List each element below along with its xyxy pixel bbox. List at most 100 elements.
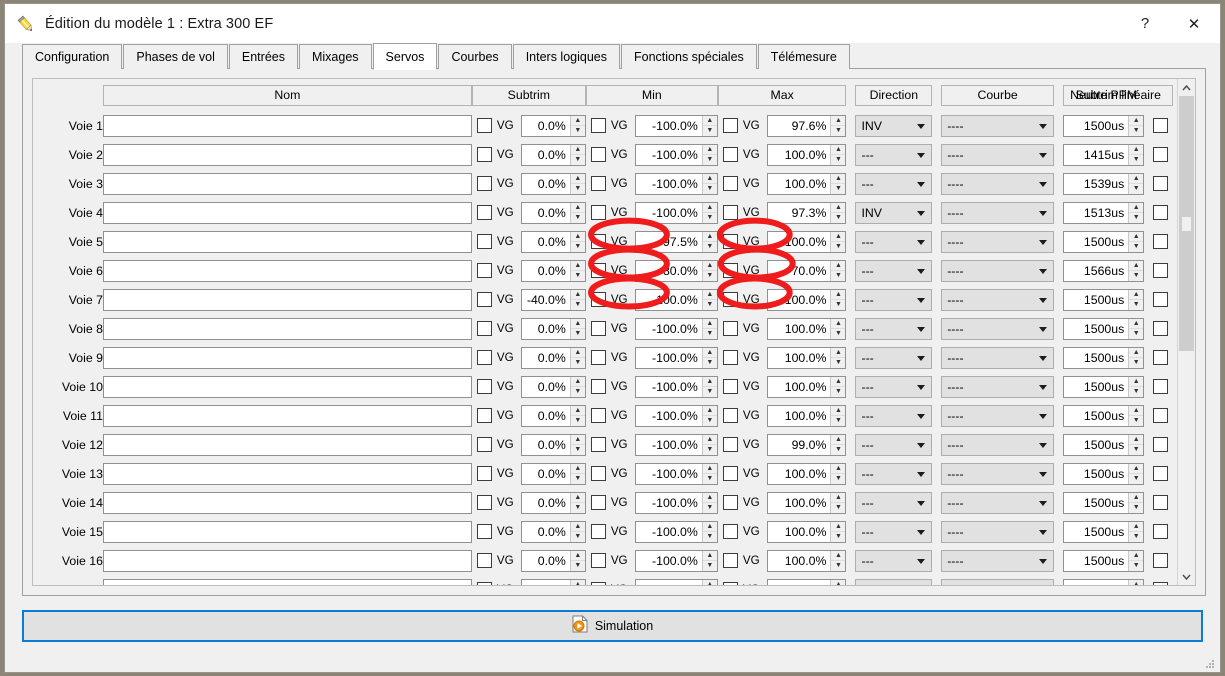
- vg-max-checkbox[interactable]: [722, 292, 738, 307]
- min-spinner-steppers[interactable]: ▲▼: [701, 115, 717, 136]
- courbe-select[interactable]: ----: [941, 520, 1055, 543]
- direction-select[interactable]: ---: [855, 375, 933, 398]
- subtrim-spinner[interactable]: 0.0%▲▼: [521, 375, 586, 398]
- subtrim-spinner[interactable]: 0.0%▲▼: [521, 172, 586, 195]
- neutre-ppm-spinner-steppers[interactable]: ▲▼: [1128, 463, 1144, 484]
- column-header-subtrim[interactable]: Subtrim: [471, 84, 586, 106]
- column-header-subtrim-lineaire[interactable]: Subtrim linéaire: [1063, 84, 1174, 106]
- neutre-ppm-spinner-steppers[interactable]: ▲▼: [1128, 202, 1144, 223]
- min-spinner-steppers[interactable]: ▲▼: [701, 579, 717, 585]
- subtrim-spinner-steppers[interactable]: ▲▼: [569, 579, 585, 585]
- min-spinner-steppers[interactable]: ▲▼: [701, 550, 717, 571]
- column-header-min[interactable]: Min: [585, 84, 718, 106]
- nom-input[interactable]: [102, 317, 472, 340]
- min-spinner-steppers[interactable]: ▲▼: [701, 144, 717, 165]
- scroll-down-arrow[interactable]: [1178, 568, 1195, 585]
- vg-subtrim-checkbox[interactable]: [476, 234, 492, 249]
- subtrim-spinner[interactable]: 0.0%▲▼: [521, 201, 586, 224]
- neutre-ppm-spinner[interactable]: 1500us▲▼: [1063, 491, 1145, 514]
- vg-subtrim-checkbox[interactable]: [476, 553, 492, 568]
- vg-subtrim-checkbox[interactable]: [476, 118, 492, 133]
- vg-subtrim-checkbox[interactable]: [476, 466, 492, 481]
- courbe-select[interactable]: ----: [941, 404, 1055, 427]
- tab-inters-logiques[interactable]: Inters logiques: [512, 44, 620, 69]
- max-spinner-steppers[interactable]: ▲▼: [830, 434, 846, 455]
- direction-select[interactable]: ---: [855, 143, 933, 166]
- nom-input[interactable]: [102, 375, 472, 398]
- min-spinner[interactable]: -100.0%▲▼: [635, 433, 718, 456]
- subtrim-lineaire-checkbox[interactable]: [1153, 407, 1169, 423]
- vg-subtrim-checkbox[interactable]: [476, 437, 492, 452]
- max-spinner[interactable]: 97.3% ▲ ▼: [767, 201, 847, 224]
- min-spinner[interactable]: -100.0%▲▼: [635, 317, 718, 340]
- vg-max-checkbox[interactable]: [722, 263, 738, 278]
- neutre-ppm-spinner[interactable]: 1500us▲▼: [1063, 346, 1145, 369]
- vg-max-checkbox[interactable]: [722, 176, 738, 191]
- courbe-select[interactable]: ----: [941, 201, 1055, 224]
- max-spinner[interactable]: 70.0% ▲ ▼: [767, 259, 847, 282]
- nom-input[interactable]: [102, 346, 472, 369]
- courbe-select[interactable]: ----: [941, 143, 1055, 166]
- subtrim-spinner-steppers[interactable]: ▲▼: [569, 260, 585, 281]
- subtrim-spinner[interactable]: 0.0%▲▼: [521, 346, 586, 369]
- nom-input[interactable]: [102, 201, 472, 224]
- neutre-ppm-spinner-steppers[interactable]: ▲▼: [1128, 144, 1144, 165]
- vg-subtrim-checkbox[interactable]: [476, 292, 492, 307]
- vg-max-checkbox[interactable]: [722, 147, 738, 162]
- vg-subtrim-checkbox[interactable]: [476, 582, 492, 585]
- subtrim-spinner[interactable]: 0.0%▲▼: [521, 259, 586, 282]
- subtrim-spinner-steppers[interactable]: ▲▼: [569, 231, 585, 252]
- subtrim-spinner-steppers[interactable]: ▲▼: [569, 376, 585, 397]
- column-header-nom[interactable]: Nom: [102, 84, 472, 106]
- vg-max-checkbox[interactable]: [722, 118, 738, 133]
- max-spinner[interactable]: 99.0% ▲ ▼: [767, 433, 847, 456]
- direction-select[interactable]: ---: [855, 317, 933, 340]
- min-spinner-steppers[interactable]: ▲▼: [701, 289, 717, 310]
- max-spinner-steppers[interactable]: ▲▼: [830, 405, 846, 426]
- neutre-ppm-spinner-steppers[interactable]: ▲▼: [1128, 231, 1144, 252]
- subtrim-lineaire-checkbox[interactable]: [1153, 349, 1169, 365]
- subtrim-spinner[interactable]: 0.0%▲▼: [521, 491, 586, 514]
- vg-min-checkbox[interactable]: [590, 495, 606, 510]
- tab-courbes[interactable]: Courbes: [438, 44, 512, 69]
- neutre-ppm-spinner-steppers[interactable]: ▲▼: [1128, 347, 1144, 368]
- min-spinner-steppers[interactable]: ▲▼: [701, 521, 717, 542]
- courbe-select[interactable]: ----: [941, 317, 1055, 340]
- min-spinner-steppers[interactable]: ▲▼: [701, 318, 717, 339]
- neutre-ppm-spinner[interactable]: 1500us▲▼: [1063, 520, 1145, 543]
- vg-max-checkbox[interactable]: [722, 437, 738, 452]
- courbe-select[interactable]: ----: [941, 346, 1055, 369]
- vg-max-checkbox[interactable]: [722, 524, 738, 539]
- courbe-select[interactable]: ----: [941, 259, 1055, 282]
- min-spinner-steppers[interactable]: ▲▼: [701, 202, 717, 223]
- min-spinner[interactable]: -100.0%▲▼: [635, 549, 718, 572]
- vg-subtrim-checkbox[interactable]: [476, 524, 492, 539]
- min-spinner-steppers[interactable]: ▲▼: [701, 492, 717, 513]
- subtrim-spinner[interactable]: 0.0%▲▼: [521, 578, 586, 585]
- min-spinner[interactable]: -100.0%▲▼: [635, 288, 718, 311]
- min-spinner-steppers[interactable]: ▲▼: [701, 376, 717, 397]
- direction-select[interactable]: ---: [855, 230, 933, 253]
- courbe-select[interactable]: ----: [941, 288, 1055, 311]
- subtrim-spinner-steppers[interactable]: ▲▼: [569, 347, 585, 368]
- subtrim-spinner-steppers[interactable]: ▲▼: [569, 173, 585, 194]
- max-spinner-steppers[interactable]: ▲▼: [830, 550, 846, 571]
- neutre-ppm-spinner[interactable]: 1500us▲▼: [1063, 549, 1145, 572]
- subtrim-lineaire-checkbox[interactable]: [1153, 175, 1169, 191]
- max-spinner[interactable]: 100.0%▲▼: [767, 578, 847, 585]
- min-spinner-steppers[interactable]: ▲▼: [701, 231, 717, 252]
- scrollbar-thumb[interactable]: [1179, 96, 1194, 351]
- column-header-courbe[interactable]: Courbe: [941, 84, 1055, 106]
- vg-min-checkbox[interactable]: [590, 147, 606, 162]
- subtrim-lineaire-checkbox[interactable]: [1153, 204, 1169, 220]
- vg-min-checkbox[interactable]: [590, 379, 606, 394]
- vg-subtrim-checkbox[interactable]: [476, 408, 492, 423]
- vg-subtrim-checkbox[interactable]: [476, 495, 492, 510]
- max-spinner[interactable]: 100.0%▲▼: [767, 288, 847, 311]
- max-spinner-steppers[interactable]: ▲▼: [830, 463, 846, 484]
- neutre-ppm-spinner-steppers[interactable]: ▲▼: [1128, 550, 1144, 571]
- neutre-ppm-spinner[interactable]: 1500us▲▼: [1063, 404, 1145, 427]
- min-spinner[interactable]: -100.0%▲▼: [635, 172, 718, 195]
- resize-grip[interactable]: [1204, 657, 1216, 669]
- max-spinner[interactable]: 100.0%▲▼: [767, 462, 847, 485]
